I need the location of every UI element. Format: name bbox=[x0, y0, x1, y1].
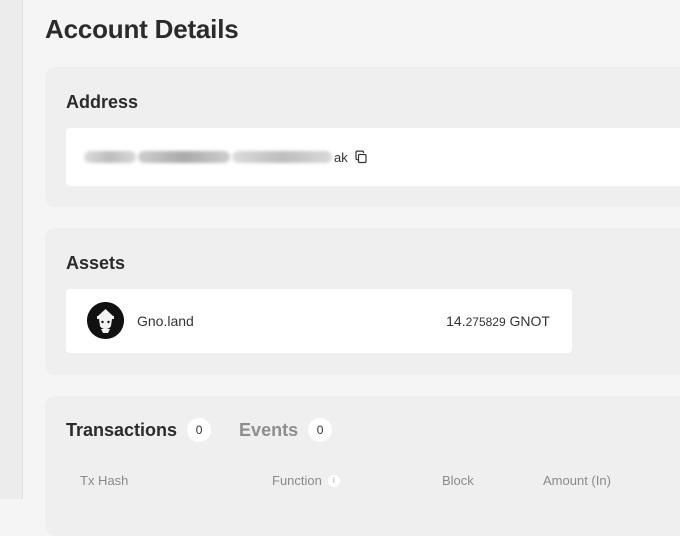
activity-tabs: Transactions 0 Events 0 bbox=[66, 418, 333, 442]
tab-transactions-count: 0 bbox=[187, 418, 212, 442]
asset-amount: 14.275829 GNOT bbox=[446, 313, 550, 329]
assets-card: Assets Gno.land 14.275829 GNOT bbox=[45, 228, 680, 375]
address-title: Address bbox=[66, 92, 139, 112]
asset-denom: GNOT bbox=[509, 313, 550, 329]
address-card: Address ak bbox=[45, 67, 680, 207]
column-tx-hash: Tx Hash bbox=[80, 473, 129, 488]
address-value[interactable]: ak bbox=[84, 149, 368, 165]
copy-icon[interactable] bbox=[354, 150, 368, 164]
assets-title: Assets bbox=[66, 253, 126, 273]
column-block: Block bbox=[442, 473, 474, 488]
asset-name: Gno.land bbox=[137, 313, 194, 329]
address-redacted-part bbox=[138, 151, 230, 163]
transactions-table-header: Tx Hash Function i Block Amount (In) bbox=[45, 471, 680, 491]
asset-amount-decimals: 275829 bbox=[465, 315, 506, 329]
address-redacted-part bbox=[232, 151, 332, 163]
transactions-card: Transactions 0 Events 0 Tx Hash Function… bbox=[45, 396, 680, 536]
page-title: Account Details bbox=[45, 14, 239, 44]
tab-transactions-label: Transactions bbox=[66, 419, 178, 440]
tab-transactions[interactable]: Transactions 0 bbox=[66, 418, 212, 442]
left-sidebar-rail bbox=[0, 0, 23, 499]
address-redacted-part bbox=[84, 151, 136, 163]
tab-events[interactable]: Events 0 bbox=[239, 418, 333, 442]
asset-row[interactable]: Gno.land 14.275829 GNOT bbox=[66, 289, 572, 353]
column-function-label: Function bbox=[272, 473, 322, 488]
account-details-page: Account Details Address ak Assets Gno.la… bbox=[45, 0, 680, 536]
column-amount-in: Amount (In) bbox=[543, 473, 611, 488]
address-suffix: ak bbox=[334, 149, 348, 165]
tab-events-label: Events bbox=[239, 419, 299, 440]
info-icon[interactable]: i bbox=[327, 474, 340, 487]
address-box: ak bbox=[66, 128, 680, 186]
asset-amount-int: 14. bbox=[446, 313, 466, 329]
column-function: Function i bbox=[272, 473, 340, 488]
tab-events-count: 0 bbox=[308, 418, 333, 442]
gno-logo-icon bbox=[87, 302, 124, 339]
